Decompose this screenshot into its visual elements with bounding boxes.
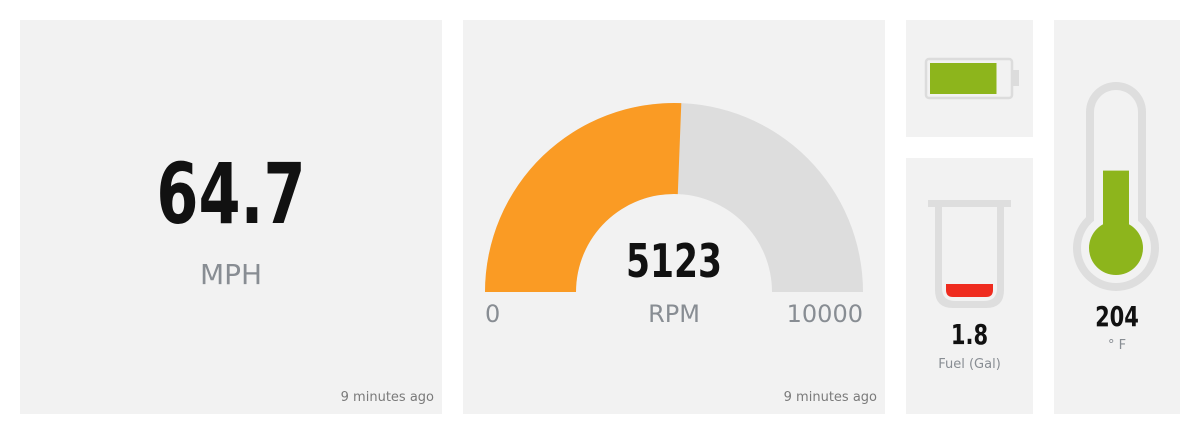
fuel-beaker-icon (928, 200, 1011, 308)
rpm-gauge-tile: 5123 0 RPM 10000 9 minutes ago (463, 20, 885, 414)
speed-unit: MPH (199, 258, 263, 291)
temperature-unit: ° F (1107, 338, 1127, 353)
fuel-unit: Fuel (Gal) (938, 357, 1001, 372)
speed-value: 64.7 (156, 145, 306, 243)
battery-tile (906, 20, 1033, 137)
temperature-tile: 204 ° F (1054, 20, 1180, 414)
battery-level-fill (930, 63, 997, 94)
thermometer-icon (1073, 82, 1159, 291)
fuel-tile: 1.8 Fuel (Gal) (906, 158, 1033, 414)
rpm-gauge (485, 103, 863, 292)
temperature-value: 204 (1095, 300, 1139, 333)
speed-tile: 64.7 MPH 9 minutes ago (20, 20, 442, 414)
rpm-updated-time: 9 minutes ago (783, 390, 877, 405)
rpm-max-label: 10000 (786, 300, 863, 328)
fuel-value: 1.8 (950, 318, 989, 351)
speed-updated-time: 9 minutes ago (340, 390, 434, 405)
thermometer-bulb (1089, 221, 1143, 275)
rpm-value: 5123 (625, 234, 723, 288)
battery-icon (924, 57, 1019, 100)
fuel-level-fill (946, 284, 993, 297)
